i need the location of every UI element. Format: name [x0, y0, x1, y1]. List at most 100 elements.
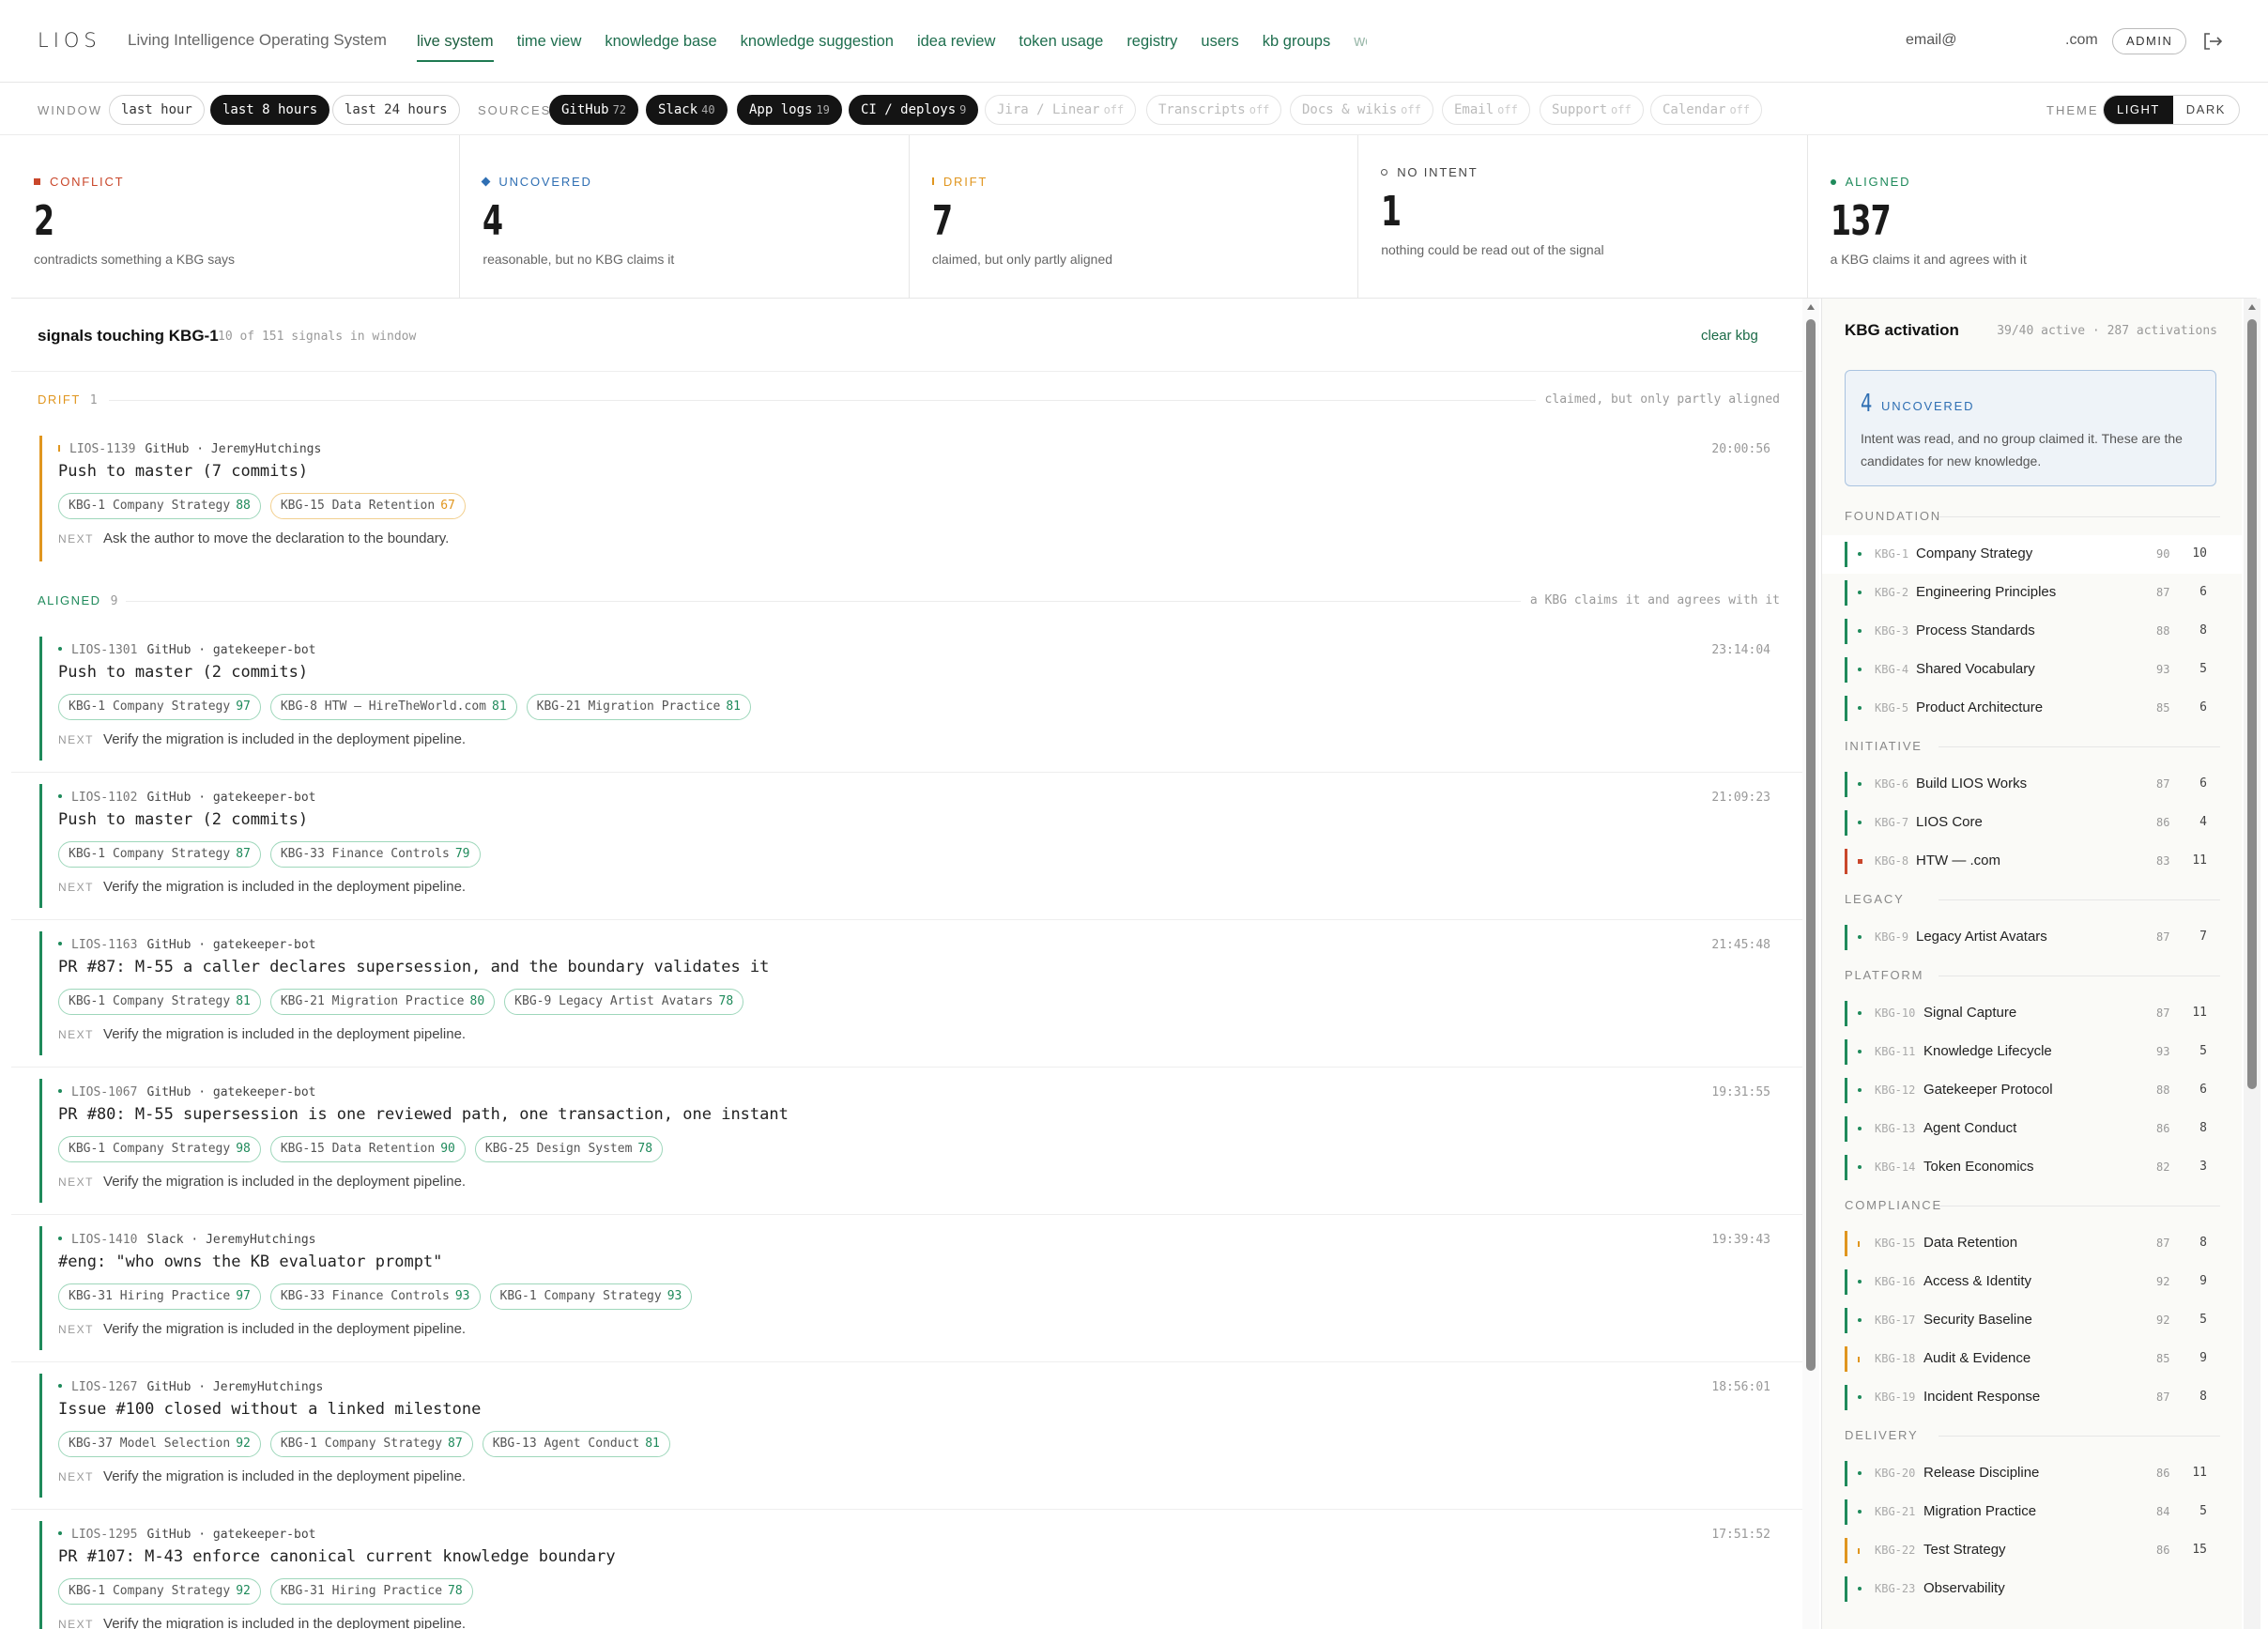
kbg-row-kbg-12[interactable]: KBG-12 Gatekeeper Protocol 88 6	[1822, 1071, 2242, 1110]
source-filter-ci-deploys[interactable]: CI / deploys 9	[849, 95, 979, 125]
kbg-tag[interactable]: KBG-21 Migration Practice 80	[269, 989, 496, 1015]
kbg-row-kbg-6[interactable]: KBG-6 Build LIOS Works 87 6	[1822, 765, 2242, 804]
signal-row[interactable]: LIOS-1067 GitHub · gatekeeper-bot 19:31:55…	[11, 1068, 1802, 1215]
kbg-tag[interactable]: KBG-1 Company Strategy 88	[58, 493, 261, 519]
kbg-tag[interactable]: KBG-1 Company Strategy 92	[58, 1578, 261, 1605]
nav-link-kb-groups[interactable]: kb groups	[1263, 0, 1330, 83]
source-filter-github[interactable]: GitHub 72	[549, 95, 639, 125]
kbg-tag[interactable]: KBG-21 Migration Practice 81	[526, 694, 751, 720]
theme-dark-option[interactable]: DARK	[2173, 96, 2239, 124]
signal-title[interactable]: PR #87: M-55 a caller declares supersess…	[58, 958, 769, 976]
kbg-row-kbg-14[interactable]: KBG-14 Token Economics 82 3	[1822, 1148, 2242, 1187]
signal-row[interactable]: LIOS-1301 GitHub · gatekeeper-bot 23:14:04…	[11, 625, 1802, 773]
kbg-tag[interactable]: KBG-15 Data Retention 90	[269, 1136, 466, 1162]
kbg-tag[interactable]: KBG-25 Design System 78	[474, 1136, 664, 1162]
signal-row[interactable]: LIOS-1139 GitHub · JeremyHutchings 20:00:5…	[11, 424, 1802, 573]
kbg-row-kbg-17[interactable]: KBG-17 Security Baseline 92 5	[1822, 1301, 2242, 1340]
kbg-tag[interactable]: KBG-31 Hiring Practice 97	[58, 1283, 261, 1310]
scrollbar-thumb[interactable]	[1806, 319, 1816, 1371]
kbg-tag[interactable]: KBG-9 Legacy Artist Avatars 78	[504, 989, 744, 1015]
nav-link-users[interactable]: users	[1201, 0, 1238, 83]
kbg-row-kbg-15[interactable]: KBG-15 Data Retention 87 8	[1822, 1224, 2242, 1263]
source-filter-calendar[interactable]: Calendar off	[1650, 95, 1763, 125]
kbg-tag[interactable]: KBG-15 Data Retention 67	[269, 493, 466, 519]
nav-link-knowledge-suggestion[interactable]: knowledge suggestion	[741, 0, 894, 83]
theme-light-option[interactable]: LIGHT	[2104, 96, 2173, 124]
nav-link-time-view[interactable]: time view	[517, 0, 582, 83]
kbg-row-kbg-3[interactable]: KBG-3 Process Standards 88 8	[1822, 612, 2242, 651]
summary-card-no-intent[interactable]: NO INTENT 1 nothing could be read out of t…	[1358, 135, 1808, 299]
kbg-tag[interactable]: KBG-33 Finance Controls 79	[269, 841, 481, 868]
nav-link-token-usage[interactable]: token usage	[1019, 0, 1103, 83]
nav-link-live-system[interactable]: live system	[417, 0, 494, 83]
kbg-row-kbg-20[interactable]: KBG-20 Release Discipline 86 11	[1822, 1454, 2242, 1493]
kbg-row-kbg-8[interactable]: KBG-8 HTW — .com 83 11	[1822, 842, 2242, 881]
summary-card-aligned[interactable]: ALIGNED 137 a KBG claims it and agrees wit…	[1808, 135, 2257, 299]
signal-row[interactable]: LIOS-1410 Slack · JeremyHutchings 19:39:43…	[11, 1215, 1802, 1362]
kbg-tag[interactable]: KBG-31 Hiring Practice 78	[269, 1578, 473, 1605]
kbg-row-kbg-11[interactable]: KBG-11 Knowledge Lifecycle 93 5	[1822, 1033, 2242, 1071]
nav-link-knowledge-base[interactable]: knowledge base	[605, 0, 716, 83]
signal-title[interactable]: PR #107: M-43 enforce canonical current …	[58, 1547, 616, 1566]
panel-scrollbar[interactable]	[2244, 299, 2260, 1629]
kbg-row-kbg-9[interactable]: KBG-9 Legacy Artist Avatars 87 7	[1822, 918, 2242, 957]
kbg-row-kbg-22[interactable]: KBG-22 Test Strategy 86 15	[1822, 1531, 2242, 1570]
signal-list-scrollbar[interactable]	[1802, 299, 1819, 1629]
clear-kbg-button[interactable]: clear kbg	[1701, 328, 1758, 344]
signal-title[interactable]: Issue #100 closed without a linked miles…	[58, 1400, 481, 1419]
signal-title[interactable]: Push to master (7 commits)	[58, 462, 308, 481]
kbg-tag[interactable]: KBG-1 Company Strategy 81	[58, 989, 261, 1015]
kbg-tag[interactable]: KBG-13 Agent Conduct 81	[482, 1431, 670, 1457]
kbg-row-kbg-1[interactable]: KBG-1 Company Strategy 90 10	[1822, 535, 2242, 574]
kbg-row-kbg-16[interactable]: KBG-16 Access & Identity 92 9	[1822, 1263, 2242, 1301]
scroll-up-icon[interactable]	[1807, 304, 1815, 310]
window-option-1[interactable]: last 8 hours	[210, 95, 330, 125]
app-logo[interactable]: LIOS	[38, 29, 101, 52]
signal-row[interactable]: LIOS-1295 GitHub · gatekeeper-bot 17:51:52…	[11, 1510, 1802, 1629]
source-filter-support[interactable]: Support off	[1540, 95, 1644, 125]
signal-title[interactable]: Push to master (2 commits)	[58, 810, 308, 829]
nav-link-work[interactable]: work	[1354, 0, 1367, 83]
kbg-tag[interactable]: KBG-1 Company Strategy 98	[58, 1136, 261, 1162]
kbg-row-kbg-10[interactable]: KBG-10 Signal Capture 87 11	[1822, 994, 2242, 1033]
window-option-0[interactable]: last hour	[109, 95, 205, 125]
source-filter-email[interactable]: Email off	[1442, 95, 1530, 125]
uncovered-box[interactable]: 4 UNCOVERED Intent was read, and no grou…	[1845, 370, 2216, 486]
kbg-tag[interactable]: KBG-33 Finance Controls 93	[269, 1283, 481, 1310]
kbg-tag[interactable]: KBG-1 Company Strategy 93	[489, 1283, 693, 1310]
nav-link-registry[interactable]: registry	[1126, 0, 1177, 83]
signal-row[interactable]: LIOS-1163 GitHub · gatekeeper-bot 21:45:48…	[11, 920, 1802, 1068]
kbg-tag[interactable]: KBG-1 Company Strategy 97	[58, 694, 261, 720]
signal-row[interactable]: LIOS-1267 GitHub · JeremyHutchings 18:56:0…	[11, 1362, 1802, 1510]
signal-title[interactable]: Push to master (2 commits)	[58, 663, 308, 682]
kbg-row-kbg-21[interactable]: KBG-21 Migration Practice 84 5	[1822, 1493, 2242, 1531]
signal-title[interactable]: PR #80: M-55 supersession is one reviewe…	[58, 1105, 789, 1124]
summary-card-uncovered[interactable]: UNCOVERED 4 reasonable, but no KBG claims …	[460, 135, 910, 299]
scrollbar-thumb[interactable]	[2247, 319, 2257, 1089]
kbg-row-kbg-13[interactable]: KBG-13 Agent Conduct 86 8	[1822, 1110, 2242, 1148]
logout-icon[interactable]	[2202, 32, 2223, 51]
signal-row[interactable]: LIOS-1102 GitHub · gatekeeper-bot 21:09:23…	[11, 773, 1802, 920]
source-filter-docs-wikis[interactable]: Docs & wikis off	[1290, 95, 1433, 125]
source-filter-slack[interactable]: Slack 40	[646, 95, 728, 125]
source-filter-app-logs[interactable]: App logs 19	[737, 95, 842, 125]
kbg-row-kbg-5[interactable]: KBG-5 Product Architecture 85 6	[1822, 689, 2242, 728]
kbg-tag[interactable]: KBG-8 HTW — HireTheWorld.com 81	[269, 694, 517, 720]
window-option-2[interactable]: last 24 hours	[332, 95, 460, 125]
kbg-row-kbg-4[interactable]: KBG-4 Shared Vocabulary 93 5	[1822, 651, 2242, 689]
kbg-row-kbg-19[interactable]: KBG-19 Incident Response 87 8	[1822, 1378, 2242, 1417]
scroll-up-icon[interactable]	[2248, 304, 2256, 310]
kbg-row-kbg-23[interactable]: KBG-23 Observability	[1822, 1570, 2242, 1608]
kbg-tag[interactable]: KBG-1 Company Strategy 87	[58, 841, 261, 868]
kbg-row-kbg-7[interactable]: KBG-7 LIOS Core 86 4	[1822, 804, 2242, 842]
kbg-tag[interactable]: KBG-1 Company Strategy 87	[269, 1431, 473, 1457]
kbg-row-kbg-18[interactable]: KBG-18 Audit & Evidence 85 9	[1822, 1340, 2242, 1378]
source-filter-transcripts[interactable]: Transcripts off	[1146, 95, 1282, 125]
source-filter-jira-linear[interactable]: Jira / Linear off	[985, 95, 1137, 125]
kbg-row-kbg-2[interactable]: KBG-2 Engineering Principles 87 6	[1822, 574, 2242, 612]
summary-card-conflict[interactable]: CONFLICT 2 contradicts something a KBG say…	[11, 135, 461, 299]
signal-title[interactable]: #eng: "who owns the KB evaluator prompt"	[58, 1252, 442, 1271]
kbg-tag[interactable]: KBG-37 Model Selection 92	[58, 1431, 261, 1457]
nav-link-idea-review[interactable]: idea review	[917, 0, 995, 83]
summary-card-drift[interactable]: DRIFT 7 claimed, but only partly aligned	[910, 135, 1359, 299]
